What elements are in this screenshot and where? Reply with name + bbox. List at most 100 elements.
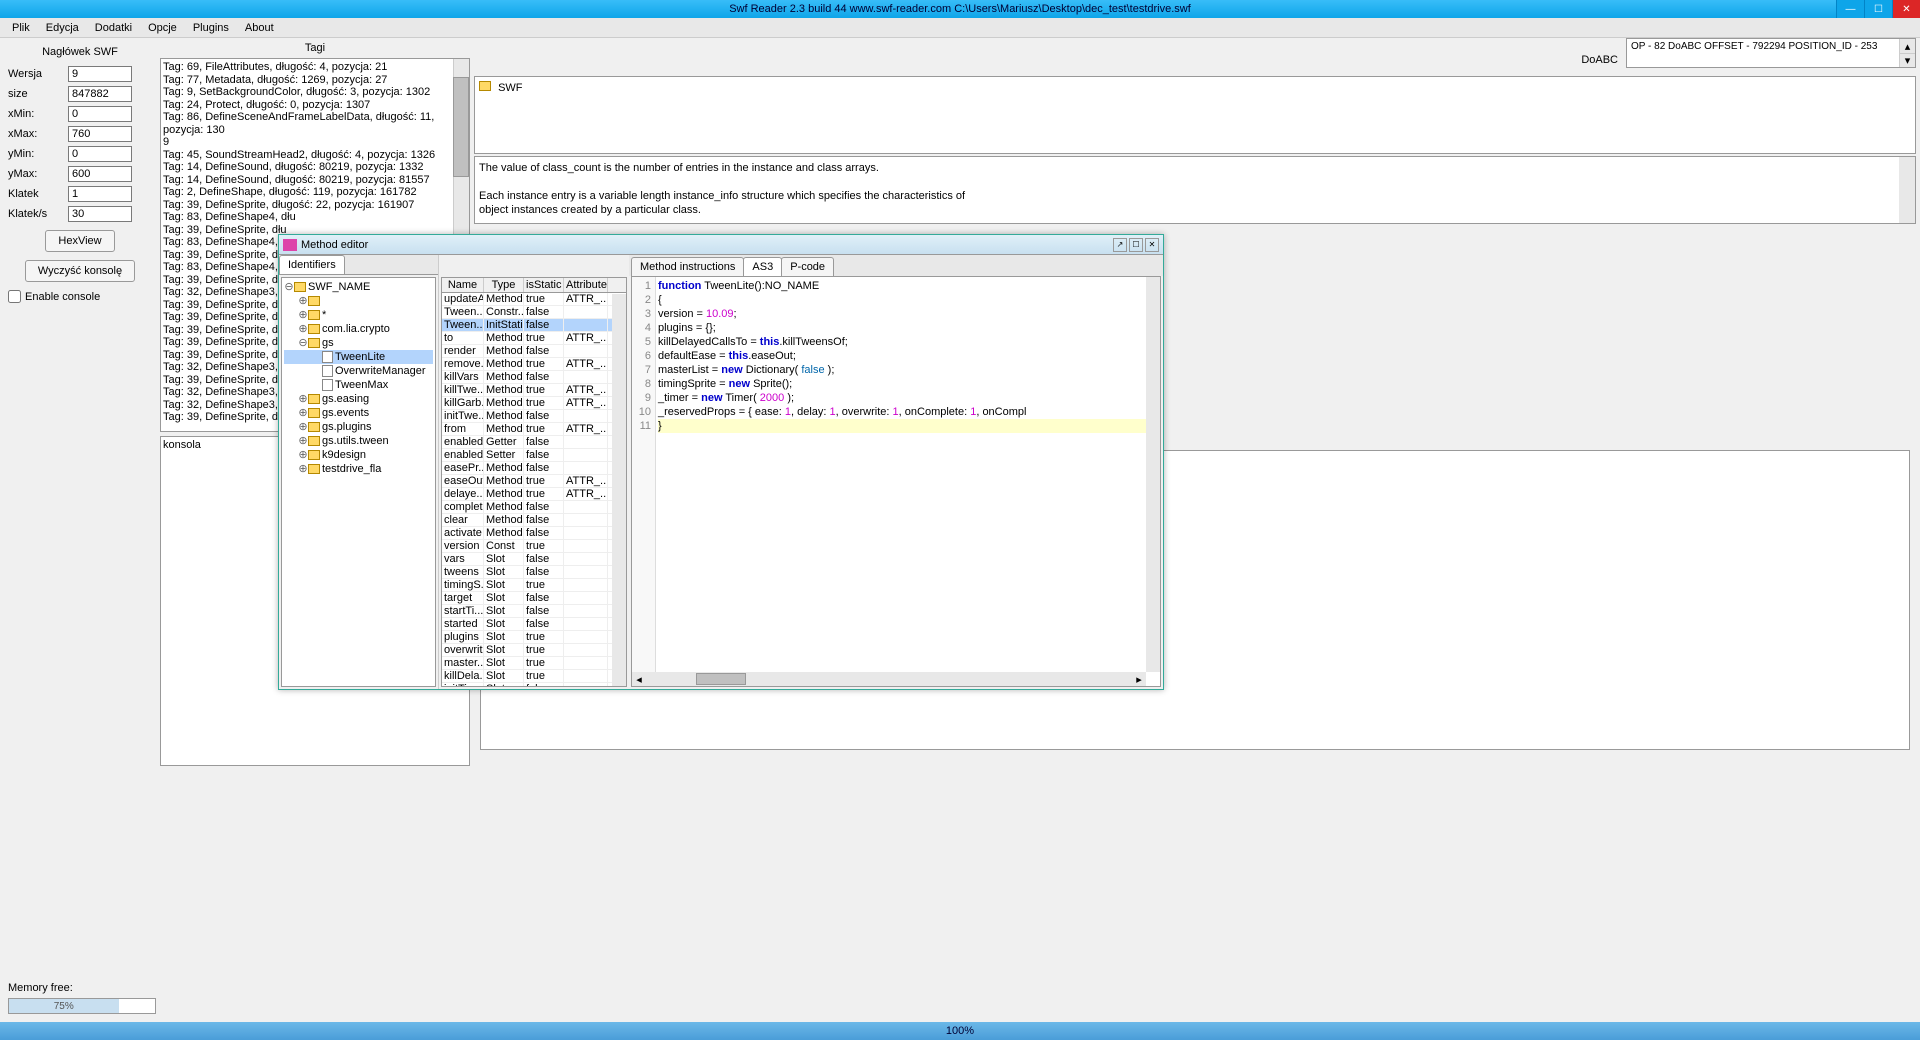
method-row[interactable]: initTwe...Methodfalse bbox=[442, 410, 626, 423]
code-line[interactable]: timingSprite = new Sprite(); bbox=[658, 377, 1146, 391]
scrollbar-thumb[interactable] bbox=[453, 77, 469, 177]
code-scrollbar-v[interactable] bbox=[1146, 277, 1160, 672]
col-attribute[interactable]: Attribute bbox=[564, 278, 608, 292]
tag-line[interactable]: Tag: 14, DefineSound, długość: 80219, po… bbox=[163, 174, 467, 187]
code-line[interactable]: defaultEase = this.easeOut; bbox=[658, 349, 1146, 363]
tree-item[interactable]: ⊕gs.easing bbox=[284, 392, 433, 406]
tag-line[interactable]: Tag: 9, SetBackgroundColor, długość: 3, … bbox=[163, 86, 467, 99]
tag-line[interactable]: Tag: 77, Metadata, długość: 1269, pozycj… bbox=[163, 74, 467, 87]
method-row[interactable]: enabledSetterfalse bbox=[442, 449, 626, 462]
method-row[interactable]: timingS...Slottrue bbox=[442, 579, 626, 592]
method-row[interactable]: tweensSlotfalse bbox=[442, 566, 626, 579]
minimize-button[interactable]: — bbox=[1836, 0, 1864, 18]
col-type[interactable]: Type bbox=[484, 278, 524, 292]
code-line[interactable]: masterList = new Dictionary( false ); bbox=[658, 363, 1146, 377]
method-row[interactable]: easePr...Methodfalse bbox=[442, 462, 626, 475]
col-name[interactable]: Name bbox=[442, 278, 484, 292]
tree-item[interactable]: ⊕com.lia.crypto bbox=[284, 322, 433, 336]
method-table[interactable]: Name Type isStatic Attribute updateAllMe… bbox=[441, 277, 627, 687]
tab-as3[interactable]: AS3 bbox=[743, 257, 782, 276]
code-line[interactable]: function TweenLite():NO_NAME bbox=[658, 279, 1146, 293]
method-row[interactable]: startedSlotfalse bbox=[442, 618, 626, 631]
method-row[interactable]: delaye...MethodtrueATTR_... bbox=[442, 488, 626, 501]
tree-item[interactable]: ⊕gs.utils.tween bbox=[284, 434, 433, 448]
tag-line[interactable]: Tag: 45, SoundStreamHead2, długość: 4, p… bbox=[163, 149, 467, 162]
tree-item[interactable]: ⊕gs.events bbox=[284, 406, 433, 420]
method-row[interactable]: startTi...Slotfalse bbox=[442, 605, 626, 618]
code-line[interactable]: { bbox=[658, 293, 1146, 307]
identifier-tree[interactable]: ⊖SWF_NAME⊕⊕*⊕com.lia.crypto⊖gsTweenLiteO… bbox=[281, 277, 436, 687]
code-line[interactable]: } bbox=[658, 419, 1146, 433]
method-row[interactable]: easeOutMethodtrueATTR_... bbox=[442, 475, 626, 488]
field-input-xMin:[interactable] bbox=[68, 106, 132, 122]
identifiers-tab[interactable]: Identifiers bbox=[279, 255, 345, 274]
method-row[interactable]: targetSlotfalse bbox=[442, 592, 626, 605]
field-input-yMax:[interactable] bbox=[68, 166, 132, 182]
swf-tree-panel[interactable]: SWF bbox=[474, 76, 1916, 154]
dropdown-down-icon[interactable]: ▾ bbox=[1899, 53, 1915, 67]
code-editor[interactable]: 1234567891011 function TweenLite():NO_NA… bbox=[631, 276, 1161, 687]
method-row[interactable]: killDela...Slottrue bbox=[442, 670, 626, 683]
method-row[interactable]: renderMethodfalse bbox=[442, 345, 626, 358]
enable-console-checkbox[interactable] bbox=[8, 290, 21, 303]
field-input-yMin:[interactable] bbox=[68, 146, 132, 162]
code-line[interactable]: _timer = new Timer( 2000 ); bbox=[658, 391, 1146, 405]
code-line[interactable]: version = 10.09; bbox=[658, 307, 1146, 321]
tree-item[interactable]: TweenLite bbox=[284, 350, 433, 364]
field-input-size[interactable] bbox=[68, 86, 132, 102]
field-input-Klatek/s[interactable] bbox=[68, 206, 132, 222]
me-minimize-button[interactable]: ↗ bbox=[1113, 238, 1127, 252]
method-editor-titlebar[interactable]: Method editor ↗ ☐ ✕ bbox=[279, 235, 1163, 255]
menu-opcje[interactable]: Opcje bbox=[140, 20, 185, 36]
dropdown-up-icon[interactable]: ▴ bbox=[1899, 39, 1915, 53]
tab-pcode[interactable]: P-code bbox=[781, 257, 834, 276]
tree-item[interactable]: TweenMax bbox=[284, 378, 433, 392]
tree-item[interactable]: ⊕ bbox=[284, 294, 433, 308]
method-row[interactable]: pluginsSlottrue bbox=[442, 631, 626, 644]
method-row[interactable]: master...Slottrue bbox=[442, 657, 626, 670]
tag-line[interactable]: 9 bbox=[163, 136, 467, 149]
code-scrollbar-h[interactable]: ◂ ▸ bbox=[632, 672, 1146, 686]
info-dropdown[interactable]: OP - 82 DoABC OFFSET - 792294 POSITION_I… bbox=[1626, 38, 1916, 68]
tag-line[interactable]: Tag: 69, FileAttributes, długość: 4, poz… bbox=[163, 61, 467, 74]
method-row[interactable]: killTwe...MethodtrueATTR_... bbox=[442, 384, 626, 397]
tree-item[interactable]: ⊕k9design bbox=[284, 448, 433, 462]
code-line[interactable]: plugins = {}; bbox=[658, 321, 1146, 335]
col-isstatic[interactable]: isStatic bbox=[524, 278, 564, 292]
method-row[interactable]: enabledGetterfalse bbox=[442, 436, 626, 449]
me-close-button[interactable]: ✕ bbox=[1145, 238, 1159, 252]
tab-method-instructions[interactable]: Method instructions bbox=[631, 257, 744, 276]
method-row[interactable]: remove...MethodtrueATTR_... bbox=[442, 358, 626, 371]
tree-item[interactable]: ⊕gs.plugins bbox=[284, 420, 433, 434]
tag-line[interactable]: Tag: 14, DefineSound, długość: 80219, po… bbox=[163, 161, 467, 174]
method-row[interactable]: completeMethodfalse bbox=[442, 501, 626, 514]
method-table-scrollbar[interactable] bbox=[612, 294, 626, 686]
menu-edycja[interactable]: Edycja bbox=[38, 20, 87, 36]
desc-scrollbar[interactable] bbox=[1899, 157, 1915, 223]
menu-dodatki[interactable]: Dodatki bbox=[87, 20, 140, 36]
clear-console-button[interactable]: Wyczyść konsolę bbox=[25, 260, 135, 282]
method-row[interactable]: fromMethodtrueATTR_... bbox=[442, 423, 626, 436]
method-row[interactable]: updateAllMethodtrueATTR_... bbox=[442, 293, 626, 306]
method-row[interactable]: activateMethodfalse bbox=[442, 527, 626, 540]
description-panel[interactable]: The value of class_count is the number o… bbox=[474, 156, 1916, 224]
hexview-button[interactable]: HexView bbox=[45, 230, 114, 252]
field-input-Wersja[interactable] bbox=[68, 66, 132, 82]
method-row[interactable]: overwrit...Slottrue bbox=[442, 644, 626, 657]
field-input-xMax:[interactable] bbox=[68, 126, 132, 142]
menu-about[interactable]: About bbox=[237, 20, 282, 36]
method-row[interactable]: versionConsttrue bbox=[442, 540, 626, 553]
method-row[interactable]: toMethodtrueATTR_... bbox=[442, 332, 626, 345]
maximize-button[interactable]: ☐ bbox=[1864, 0, 1892, 18]
tree-item[interactable]: ⊕* bbox=[284, 308, 433, 322]
method-row[interactable]: Tween...InitStaticfalse bbox=[442, 319, 626, 332]
tag-line[interactable]: Tag: 39, DefineSprite, długość: 22, pozy… bbox=[163, 199, 467, 212]
field-input-Klatek[interactable] bbox=[68, 186, 132, 202]
tag-line[interactable]: Tag: 24, Protect, długość: 0, pozycja: 1… bbox=[163, 99, 467, 112]
tree-item[interactable]: ⊖SWF_NAME bbox=[284, 280, 433, 294]
method-row[interactable]: varsSlotfalse bbox=[442, 553, 626, 566]
me-maximize-button[interactable]: ☐ bbox=[1129, 238, 1143, 252]
method-row[interactable]: clearMethodfalse bbox=[442, 514, 626, 527]
menu-plugins[interactable]: Plugins bbox=[185, 20, 237, 36]
code-line[interactable]: killDelayedCallsTo = this.killTweensOf; bbox=[658, 335, 1146, 349]
